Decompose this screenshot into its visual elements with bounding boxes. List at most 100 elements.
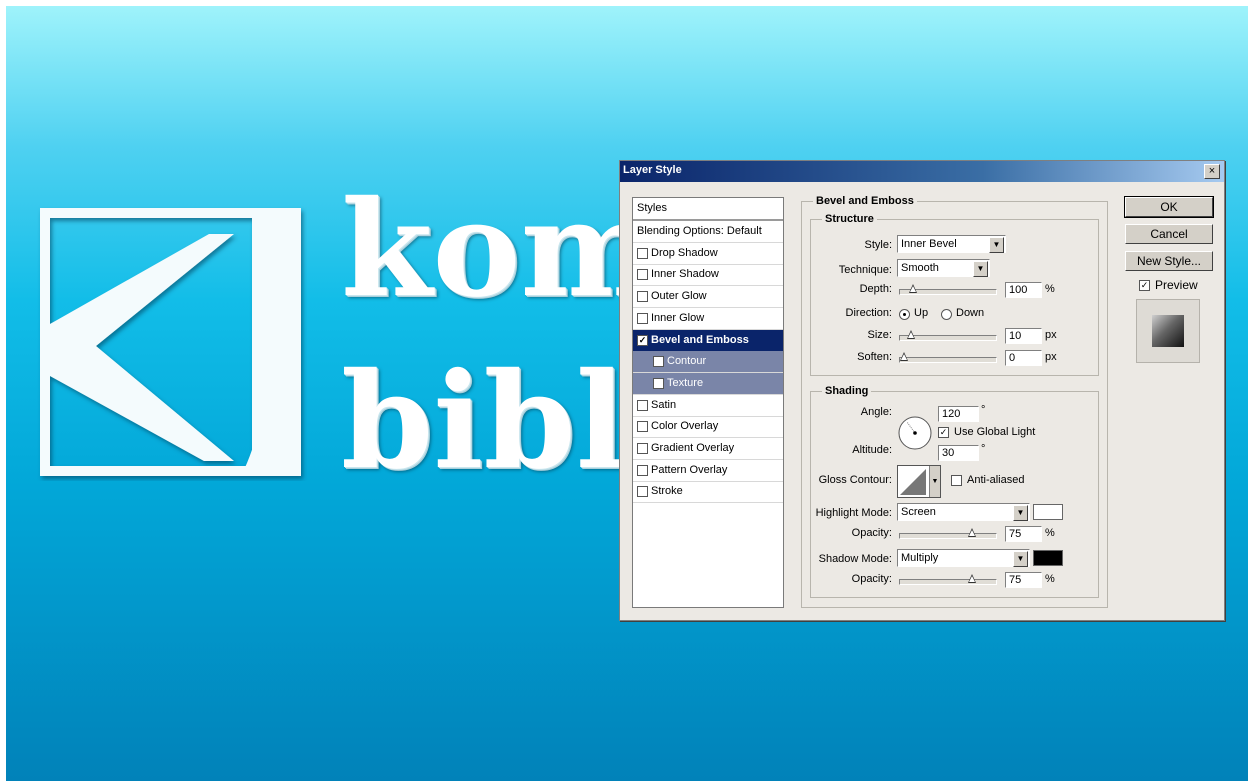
style-item-checkbox[interactable] — [637, 291, 648, 303]
chevron-down-icon: ▼ — [989, 237, 1004, 253]
style-item-stroke[interactable]: Stroke — [633, 481, 783, 504]
size-label: Size: — [867, 329, 892, 341]
highlight-mode-select[interactable]: Screen ▼ — [897, 503, 1030, 521]
dialog-title: Layer Style — [623, 164, 682, 176]
cancel-button[interactable]: Cancel — [1125, 224, 1213, 244]
soften-field[interactable]: 0 — [1005, 350, 1042, 366]
highlight-opacity-thumb[interactable] — [967, 528, 976, 537]
style-item-contour[interactable]: Contour — [633, 351, 783, 374]
style-item-checkbox[interactable] — [637, 312, 648, 324]
angle-field[interactable]: 120 — [938, 406, 979, 422]
shadow-color-swatch[interactable] — [1033, 550, 1063, 566]
dialog-titlebar[interactable]: Layer Style × — [620, 161, 1224, 182]
style-item-inner-shadow[interactable]: Inner Shadow — [633, 264, 783, 287]
style-item-checkbox[interactable]: ✓ — [637, 334, 648, 346]
style-select[interactable]: Inner Bevel ▼ — [897, 235, 1006, 253]
style-item-drop-shadow[interactable]: Drop Shadow — [633, 243, 783, 265]
style-item-checkbox[interactable] — [637, 247, 648, 259]
style-item-label: Stroke — [651, 485, 683, 498]
style-item-checkbox[interactable] — [653, 377, 664, 389]
style-item-label: Texture — [667, 376, 704, 389]
style-item-blending-options-default[interactable]: Blending Options: Default — [633, 221, 783, 243]
style-item-checkbox[interactable] — [637, 486, 648, 498]
soften-unit: px — [1045, 351, 1057, 363]
depth-slider[interactable] — [899, 284, 997, 295]
style-item-color-overlay[interactable]: Color Overlay — [633, 416, 783, 439]
style-item-label: Contour — [667, 355, 707, 368]
close-icon[interactable]: × — [1204, 164, 1220, 179]
style-item-checkbox[interactable] — [637, 464, 648, 476]
size-field[interactable]: 10 — [1005, 328, 1042, 344]
size-slider-thumb[interactable] — [907, 330, 916, 339]
style-item-label: Inner Shadow — [651, 268, 719, 281]
style-item-label: Satin — [651, 398, 677, 411]
styles-header-label: Styles — [637, 202, 667, 214]
chevron-down-icon: ▼ — [973, 261, 988, 277]
anti-aliased-label: Anti-aliased — [967, 474, 1025, 486]
technique-select-value: Smooth — [901, 262, 939, 274]
style-item-label: Drop Shadow — [651, 246, 718, 259]
style-item-checkbox[interactable] — [637, 421, 648, 433]
contour-preview-icon — [900, 469, 926, 495]
style-item-checkbox[interactable] — [637, 443, 648, 454]
style-item-label: Blending Options: Default — [637, 225, 762, 237]
soften-slider[interactable] — [899, 352, 997, 363]
style-item-texture[interactable]: Texture — [633, 372, 783, 395]
shadow-opacity-slider[interactable] — [899, 574, 997, 585]
direction-down-label: Down — [956, 307, 985, 319]
size-slider[interactable] — [899, 330, 997, 341]
highlight-mode-value: Screen — [901, 506, 936, 518]
style-item-checkbox[interactable] — [637, 269, 648, 281]
depth-slider-thumb[interactable] — [909, 284, 917, 293]
shadow-opacity-field[interactable]: 75 — [1005, 572, 1042, 588]
shadow-opacity-unit: % — [1045, 573, 1055, 585]
chevron-down-icon: ▼ — [1013, 551, 1028, 567]
chevron-down-icon: ▼ — [929, 466, 940, 497]
depth-label: Depth: — [859, 283, 892, 295]
panel-title: Bevel and Emboss — [813, 195, 917, 207]
technique-select[interactable]: Smooth ▼ — [897, 259, 990, 277]
depth-field[interactable]: 100 — [1005, 282, 1042, 298]
preview-checkbox[interactable]: ✓ — [1139, 280, 1150, 291]
style-item-checkbox[interactable] — [653, 356, 664, 368]
style-item-label: Color Overlay — [651, 420, 719, 433]
style-item-checkbox[interactable] — [637, 399, 648, 411]
size-unit: px — [1045, 329, 1057, 341]
altitude-field[interactable]: 30 — [938, 445, 979, 461]
global-light-checkbox[interactable]: ✓ — [938, 427, 949, 438]
highlight-opacity-field[interactable]: 75 — [1005, 526, 1042, 542]
style-item-outer-glow[interactable]: Outer Glow — [633, 286, 783, 309]
highlight-opacity-slider[interactable] — [899, 528, 997, 539]
direction-up-radio[interactable] — [899, 309, 910, 320]
new-style-button[interactable]: New Style... — [1125, 251, 1213, 271]
style-item-satin[interactable]: Satin — [633, 395, 783, 417]
highlight-opacity-unit: % — [1045, 527, 1055, 539]
altitude-label: Altitude: — [852, 444, 892, 456]
angle-dial[interactable] — [897, 415, 933, 451]
shadow-mode-label: Shadow Mode: — [818, 553, 892, 565]
styles-list: Styles Blending Options: Default Drop Sha… — [632, 197, 784, 608]
highlight-opacity-label: Opacity: — [851, 527, 892, 539]
gloss-contour-picker[interactable]: ▼ — [897, 465, 941, 498]
shadow-mode-select[interactable]: Multiply ▼ — [897, 549, 1030, 567]
style-item-gradient-overlay[interactable]: Gradient Overlay — [633, 438, 783, 460]
ok-button[interactable]: OK — [1124, 196, 1214, 218]
highlight-color-swatch[interactable] — [1033, 504, 1063, 520]
direction-down-radio[interactable] — [941, 309, 952, 320]
highlight-mode-label: Highlight Mode: — [815, 507, 892, 519]
style-item-pattern-overlay[interactable]: Pattern Overlay — [633, 460, 783, 482]
layer-style-dialog: Layer Style × Styles Blending Options: D… — [619, 160, 1225, 621]
altitude-unit: ° — [981, 443, 986, 455]
soften-label: Soften: — [857, 351, 892, 363]
anti-aliased-checkbox[interactable] — [951, 475, 962, 486]
style-item-inner-glow[interactable]: Inner Glow — [633, 308, 783, 330]
soften-slider-thumb[interactable] — [900, 352, 908, 361]
shadow-mode-value: Multiply — [901, 552, 939, 564]
style-item-bevel-and-emboss[interactable]: ✓ Bevel and Emboss — [633, 329, 783, 352]
shadow-opacity-thumb[interactable] — [967, 574, 976, 583]
styles-list-header[interactable]: Styles — [633, 198, 783, 221]
gloss-contour-label: Gloss Contour: — [818, 474, 892, 486]
structure-title: Structure — [822, 213, 877, 225]
style-preview-thumbnail — [1136, 299, 1200, 363]
depth-unit: % — [1045, 283, 1055, 295]
